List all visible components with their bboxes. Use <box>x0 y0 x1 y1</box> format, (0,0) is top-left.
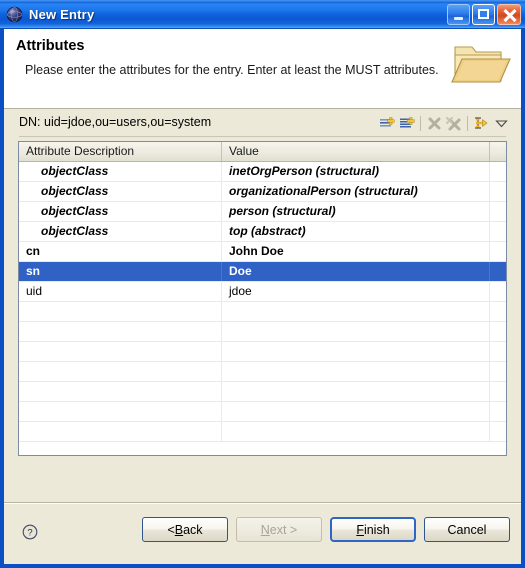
page-title: Attributes <box>16 38 85 54</box>
next-button: Next > <box>236 517 322 542</box>
dn-row: DN: uid=jdoe,ou=users,ou=system <box>4 110 521 137</box>
table-row[interactable]: objectClass organizationalPerson (structu… <box>19 182 506 202</box>
cell-spacer <box>490 182 506 201</box>
cell-spacer <box>490 222 506 241</box>
column-header-spacer <box>490 142 506 161</box>
cell-empty <box>222 362 490 381</box>
cell-value[interactable]: Doe <box>222 262 490 281</box>
table-row-empty[interactable] <box>19 322 506 342</box>
cell-empty <box>490 342 506 361</box>
delete-attribute-icon <box>424 113 444 133</box>
table-row-empty[interactable] <box>19 362 506 382</box>
cell-value[interactable]: inetOrgPerson (structural) <box>222 162 490 181</box>
cell-value[interactable]: top (abstract) <box>222 222 490 241</box>
minimize-button[interactable] <box>447 3 470 25</box>
back-button[interactable]: < Back <box>142 517 228 542</box>
page-description: Please enter the attributes for the entr… <box>25 63 439 77</box>
table-body: objectClass inetOrgPerson (structural) obj… <box>19 162 506 442</box>
folder-icon <box>449 35 513 93</box>
table-row[interactable]: sn Doe <box>19 262 506 282</box>
dn-divider <box>19 136 506 137</box>
title-bar[interactable]: New Entry <box>0 0 525 29</box>
table-row[interactable]: objectClass top (abstract) <box>19 222 506 242</box>
table-row-empty[interactable] <box>19 342 506 362</box>
cell-empty <box>19 302 222 321</box>
cell-spacer <box>490 282 506 301</box>
toolbar-separator <box>467 115 468 131</box>
wizard-header: Attributes Please enter the attributes f… <box>4 29 521 109</box>
cell-empty <box>222 342 490 361</box>
cell-value[interactable]: organizationalPerson (structural) <box>222 182 490 201</box>
cell-empty <box>490 422 506 441</box>
cell-empty <box>19 402 222 421</box>
cell-empty <box>19 342 222 361</box>
cell-empty <box>490 362 506 381</box>
table-row-empty[interactable] <box>19 422 506 442</box>
wizard-button-row: < Back Next > Finish Cancel <box>142 517 510 542</box>
delete-all-values-icon <box>444 113 464 133</box>
table-row-empty[interactable] <box>19 402 506 422</box>
cell-empty <box>19 322 222 341</box>
cell-attribute-description[interactable]: uid <box>19 282 222 301</box>
dn-label: DN: uid=jdoe,ou=users,ou=system <box>19 115 212 129</box>
cell-empty <box>490 382 506 401</box>
globe-icon <box>6 6 23 23</box>
chevron-down-icon[interactable] <box>491 113 511 133</box>
cancel-button[interactable]: Cancel <box>424 517 510 542</box>
cell-empty <box>19 362 222 381</box>
cell-spacer <box>490 242 506 261</box>
svg-text:?: ? <box>27 528 32 539</box>
cell-empty <box>222 302 490 321</box>
table-header-row: Attribute Description Value <box>19 142 506 162</box>
expand-all-icon[interactable] <box>471 113 491 133</box>
cell-empty <box>490 322 506 341</box>
table-row[interactable]: objectClass inetOrgPerson (structural) <box>19 162 506 182</box>
cell-empty <box>222 382 490 401</box>
cell-value[interactable]: person (structural) <box>222 202 490 221</box>
table-row-empty[interactable] <box>19 382 506 402</box>
cell-spacer <box>490 262 506 281</box>
cell-value[interactable]: jdoe <box>222 282 490 301</box>
dialog-frame: Attributes Please enter the attributes f… <box>0 29 525 568</box>
dialog-body: DN: uid=jdoe,ou=users,ou=system Attribut… <box>4 110 521 564</box>
new-entry-dialog: New Entry Attributes Please enter the at… <box>0 0 525 568</box>
window-controls <box>447 3 521 25</box>
help-icon[interactable]: ? <box>22 524 38 540</box>
cell-spacer <box>490 162 506 181</box>
cell-attribute-description[interactable]: objectClass <box>19 182 222 201</box>
table-row[interactable]: objectClass person (structural) <box>19 202 506 222</box>
cell-attribute-description[interactable]: objectClass <box>19 222 222 241</box>
table-row-empty[interactable] <box>19 302 506 322</box>
column-header-attribute-description[interactable]: Attribute Description <box>19 142 222 161</box>
footer-divider <box>4 502 521 504</box>
cell-empty <box>490 302 506 321</box>
column-header-value[interactable]: Value <box>222 142 490 161</box>
attributes-table[interactable]: Attribute Description Value objectClass i… <box>18 141 507 456</box>
close-button[interactable] <box>497 3 521 25</box>
finish-button[interactable]: Finish <box>330 517 416 542</box>
cell-empty <box>222 322 490 341</box>
cell-spacer <box>490 202 506 221</box>
new-value-icon[interactable] <box>397 113 417 133</box>
close-icon <box>503 8 517 22</box>
cell-value[interactable]: John Doe <box>222 242 490 261</box>
cell-empty <box>19 422 222 441</box>
new-attribute-icon[interactable] <box>377 113 397 133</box>
cell-empty <box>222 402 490 421</box>
cell-attribute-description[interactable]: sn <box>19 262 222 281</box>
attributes-toolbar <box>377 112 511 134</box>
table-row[interactable]: uid jdoe <box>19 282 506 302</box>
cell-empty <box>19 382 222 401</box>
toolbar-separator <box>420 115 421 131</box>
cell-attribute-description[interactable]: objectClass <box>19 202 222 221</box>
window-title: New Entry <box>29 6 95 22</box>
cell-empty <box>222 422 490 441</box>
table-row[interactable]: cn John Doe <box>19 242 506 262</box>
cell-attribute-description[interactable]: objectClass <box>19 162 222 181</box>
cell-empty <box>490 402 506 421</box>
maximize-button[interactable] <box>472 3 495 25</box>
cell-attribute-description[interactable]: cn <box>19 242 222 261</box>
